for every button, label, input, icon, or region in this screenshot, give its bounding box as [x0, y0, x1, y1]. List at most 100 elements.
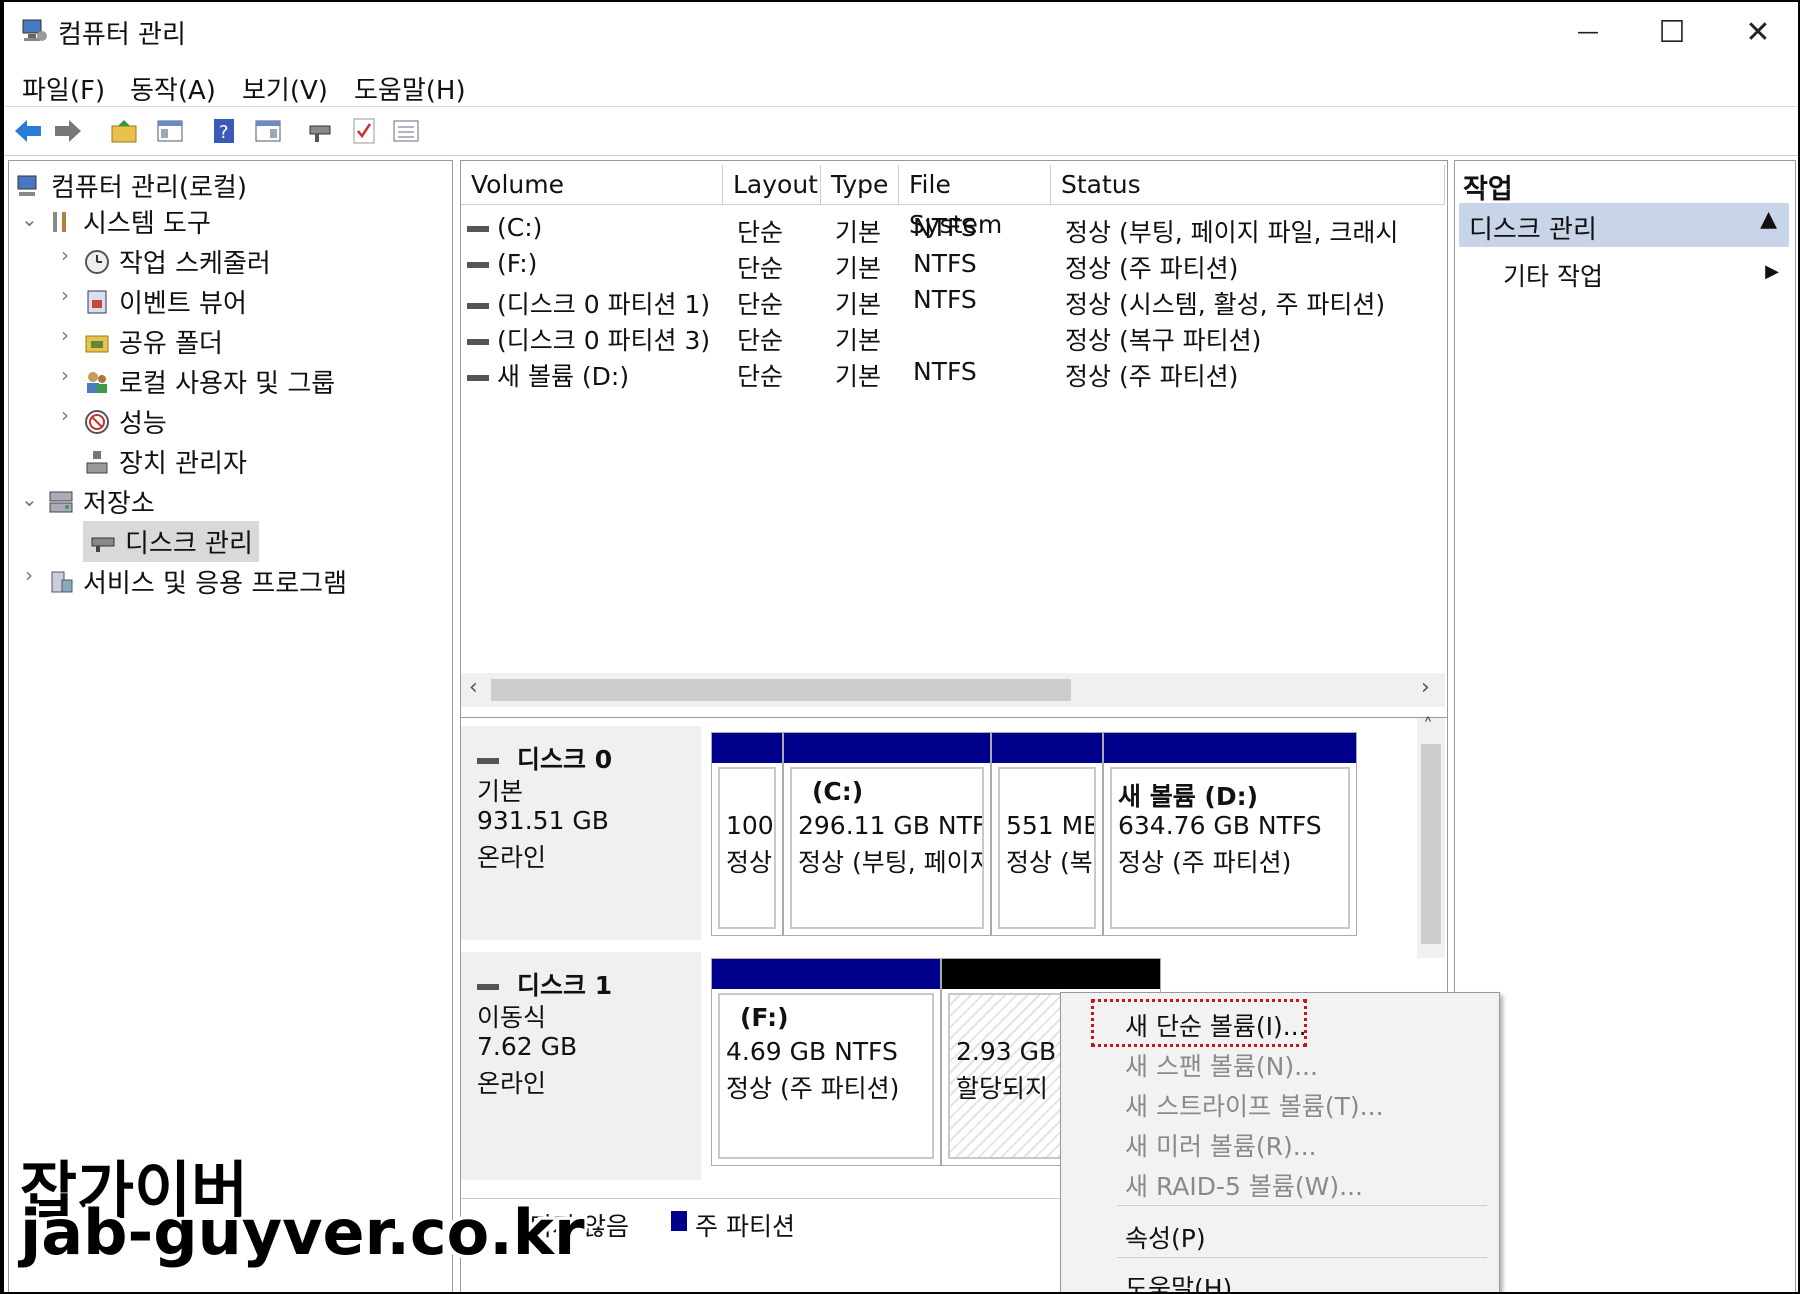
table-row[interactable]: 새 볼륨 (D:) 단순 기본 NTFS 정상 (주 파티션)	[461, 355, 1441, 391]
volume-icon	[467, 339, 489, 345]
connect-disk-button[interactable]	[304, 115, 336, 147]
chevron-right-icon[interactable]: ›	[25, 563, 33, 587]
checklist-icon	[353, 118, 375, 144]
menu-bar: 파일(F) 동작(A) 보기(V) 도움말(H)	[4, 64, 1798, 106]
menu-item-new-striped-volume[interactable]: 새 스트라이프 볼륨(T)...	[1125, 1087, 1384, 1123]
up-folder-button[interactable]	[108, 115, 140, 147]
collapse-icon[interactable]: ▲	[1760, 207, 1777, 232]
tree-item-performance[interactable]: 성능	[83, 403, 167, 440]
performance-icon	[85, 409, 109, 434]
tree-item-disk-management[interactable]: 디스크 관리	[83, 521, 259, 562]
table-row[interactable]: (C:) 단순 기본 NTFS 정상 (부팅, 페이지 파일, 크래시	[461, 211, 1441, 247]
disk0-partition-d[interactable]: 새 볼륨 (D:) 634.76 GB NTFS 정상 (주 파티션)	[1103, 732, 1357, 936]
forward-button[interactable]	[52, 115, 84, 147]
menu-file[interactable]: 파일(F)	[22, 70, 105, 107]
disk1-info[interactable]: 디스크 1 이동식 7.62 GB 온라인	[461, 952, 701, 1180]
column-header-volume[interactable]: Volume	[461, 165, 723, 205]
vertical-scrollbar[interactable]: ˄	[1417, 714, 1445, 958]
tree-item-label: 로컬 사용자 및 그룹	[119, 369, 336, 399]
close-button[interactable]: ✕	[1736, 12, 1780, 52]
menu-view[interactable]: 보기(V)	[242, 70, 328, 107]
scroll-up-icon[interactable]: ˄	[1423, 714, 1433, 738]
tree-item-storage[interactable]: 저장소	[47, 483, 155, 520]
volume-name: 새 볼륨 (D:)	[497, 362, 630, 391]
show-hide-tree-button[interactable]	[154, 115, 186, 147]
chevron-right-icon[interactable]: ›	[61, 363, 69, 387]
minimize-button[interactable]: —	[1566, 12, 1610, 52]
svg-text:?: ?	[219, 122, 229, 143]
volume-type: 기본	[835, 254, 882, 283]
volume-name: (디스크 0 파티션 1)	[497, 290, 711, 319]
device-manager-icon	[86, 450, 108, 473]
properties-button[interactable]	[390, 115, 422, 147]
column-header-type[interactable]: Type	[821, 165, 899, 205]
computer-management-icon	[22, 19, 47, 41]
check-button[interactable]	[348, 115, 380, 147]
volume-icon	[467, 303, 489, 309]
table-row[interactable]: (디스크 0 파티션 3) 단순 기본 정상 (복구 파티션)	[461, 319, 1441, 355]
maximize-button[interactable]: ☐	[1650, 12, 1694, 52]
actions-other-tasks[interactable]: 기타 작업 ▶	[1503, 257, 1793, 293]
chevron-right-icon[interactable]: ›	[61, 283, 69, 307]
help-button[interactable]: ?	[208, 115, 240, 147]
disk0-partition-1[interactable]: 100 M 정상	[711, 732, 783, 936]
menu-item-new-spanned-volume[interactable]: 새 스팬 볼륨(N)...	[1125, 1047, 1318, 1083]
partition-label: (C:)	[812, 777, 864, 806]
computer-management-icon	[17, 175, 37, 196]
table-row[interactable]: (F:) 단순 기본 NTFS 정상 (주 파티션)	[461, 247, 1441, 283]
disk0-info[interactable]: 디스크 0 기본 931.51 GB 온라인	[461, 726, 701, 940]
menu-item-new-mirror-volume[interactable]: 새 미러 볼륨(R)...	[1125, 1127, 1317, 1163]
tree-item-event-viewer[interactable]: 이벤트 뷰어	[83, 283, 247, 320]
event-log-icon	[87, 290, 107, 313]
column-header-status[interactable]: Status	[1051, 165, 1445, 205]
scroll-thumb[interactable]	[1421, 744, 1441, 944]
legend-primary: 주 파티션	[695, 1212, 795, 1241]
scroll-left-icon[interactable]: ‹	[469, 675, 478, 700]
volume-status: 정상 (시스템, 활성, 주 파티션)	[1065, 290, 1386, 319]
chevron-right-icon[interactable]: ›	[61, 403, 69, 427]
chevron-down-icon[interactable]: ⌄	[21, 487, 38, 511]
actions-section-disk-management[interactable]: 디스크 관리 ▲	[1459, 203, 1789, 247]
tree-item-device-manager[interactable]: 장치 관리자	[83, 443, 247, 480]
scroll-right-icon[interactable]: ›	[1421, 675, 1430, 700]
chevron-right-icon[interactable]: ›	[61, 243, 69, 267]
disk0-partition-recovery[interactable]: 551 MB 정상 (복	[991, 732, 1103, 936]
chevron-right-icon[interactable]: ›	[61, 323, 69, 347]
disk-kind: 이동식	[477, 1003, 547, 1032]
column-header-file-system[interactable]: File System	[899, 165, 1051, 239]
show-action-pane-button[interactable]	[252, 115, 284, 147]
tree-item-shared-folders[interactable]: 공유 폴더	[83, 323, 223, 360]
menu-item-new-raid5-volume[interactable]: 새 RAID-5 볼륨(W)...	[1125, 1167, 1363, 1203]
primary-partition-bar	[712, 733, 782, 763]
tree-item-system-tools[interactable]: 시스템 도구	[47, 203, 211, 240]
volume-layout: 단순	[737, 218, 784, 247]
tree-item-label: 장치 관리자	[119, 449, 247, 479]
tree-item-services[interactable]: 서비스 및 응용 프로그램	[47, 563, 347, 600]
menu-action[interactable]: 동작(A)	[130, 70, 216, 107]
tree-item-root[interactable]: 컴퓨터 관리(로컬)	[15, 167, 247, 204]
menu-item-new-simple-volume[interactable]: 새 단순 볼륨(I)...	[1125, 1007, 1307, 1043]
menu-item-properties[interactable]: 속성(P)	[1125, 1219, 1206, 1255]
volume-type: 기본	[835, 362, 882, 391]
volume-status: 정상 (주 파티션)	[1065, 254, 1239, 283]
disk1-partition-f[interactable]: (F:) 4.69 GB NTFS 정상 (주 파티션)	[711, 958, 941, 1166]
tree-item-label: 작업 스케줄러	[119, 249, 271, 279]
back-button[interactable]	[12, 115, 44, 147]
volume-status: 정상 (부팅, 페이지 파일, 크래시	[1065, 218, 1399, 247]
tree-item-task-scheduler[interactable]: 작업 스케줄러	[83, 243, 271, 280]
tree-item-label: 성능	[119, 409, 167, 439]
volume-icon	[467, 262, 489, 268]
partition-label: 새 볼륨 (D:)	[1118, 782, 1259, 811]
column-header-layout[interactable]: Layout	[723, 165, 821, 205]
menu-help[interactable]: 도움말(H)	[354, 70, 466, 107]
disk0-partition-c[interactable]: (C:) 296.11 GB NTFS 정상 (부팅, 페이지	[783, 732, 991, 936]
actions-header: 작업	[1463, 174, 1513, 205]
scroll-thumb[interactable]	[491, 679, 1071, 701]
partition-size: 4.69 GB NTFS	[726, 1037, 898, 1066]
tree-item-local-users[interactable]: 로컬 사용자 및 그룹	[83, 363, 335, 400]
help-icon: ?	[214, 119, 234, 143]
horizontal-scrollbar[interactable]: ‹ ›	[461, 673, 1445, 707]
table-row[interactable]: (디스크 0 파티션 1) 단순 기본 NTFS 정상 (시스템, 활성, 주 …	[461, 283, 1441, 319]
menu-item-help[interactable]: 도움말(H)	[1125, 1269, 1232, 1292]
chevron-down-icon[interactable]: ⌄	[21, 207, 38, 231]
